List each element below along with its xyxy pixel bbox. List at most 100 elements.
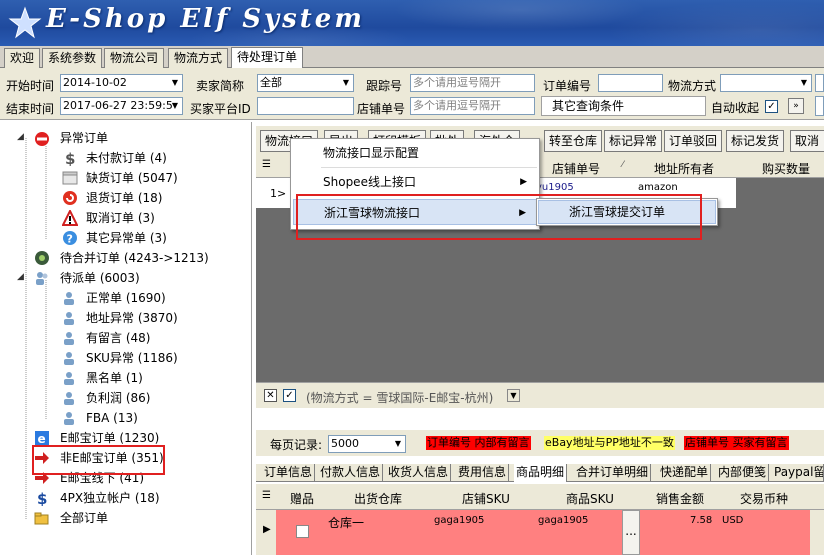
svg-text:$: $ — [37, 490, 47, 506]
menu-item-interface-config[interactable]: 物流接口显示配置 — [293, 140, 537, 166]
tracking-input[interactable]: 多个请用逗号隔开 — [410, 74, 535, 92]
tab-order-info[interactable]: 订单信息 — [262, 464, 316, 482]
mark-shipped-button[interactable]: 标记发货 — [726, 130, 785, 152]
tree-item-sku-exception[interactable]: SKU异常 (1186) — [86, 349, 178, 367]
reject-order-button[interactable]: 订单驳回 — [664, 130, 723, 152]
other-query-button[interactable]: 其它查询条件 — [541, 96, 706, 116]
per-page-select[interactable]: 5000 ▼ — [328, 435, 406, 453]
tab-shipping-method[interactable]: 物流方式 — [168, 48, 229, 68]
tree-item-4px[interactable]: 4PX独立帐户 (18) — [60, 489, 160, 507]
cancel-button[interactable]: 取消 — [790, 130, 824, 152]
tree-item-has-message[interactable]: 有留言 (48) — [86, 329, 150, 347]
per-page-value: 5000 — [331, 437, 359, 450]
legend-internal-message: 订单编号 内部有留言 — [426, 436, 531, 450]
column-store-sku[interactable]: 店铺SKU — [462, 490, 510, 507]
menu-item-label: Shopee线上接口 — [323, 175, 416, 189]
tab-receiver-info[interactable]: 收货人信息 — [386, 464, 452, 482]
scrollbar[interactable] — [810, 510, 824, 555]
tree-item-returns[interactable]: 退货订单 (18) — [86, 189, 162, 207]
start-time-select[interactable]: 2014-10-02 ▼ — [60, 74, 183, 92]
seller-select[interactable]: 全部 ▼ — [257, 74, 354, 92]
tab-merged-orders[interactable]: 合并订单明细 — [574, 464, 652, 482]
logo-star-icon — [8, 6, 42, 39]
tab-system-params[interactable]: 系统参数 — [42, 48, 103, 68]
tree-item-all-orders[interactable]: 全部订单 — [60, 509, 108, 527]
end-time-select[interactable]: 2017-06-27 23:59:5 ▼ — [60, 97, 183, 115]
shipping-method-select[interactable]: ▼ — [720, 74, 812, 92]
close-icon[interactable]: ✕ — [264, 389, 277, 402]
tree-item-fba[interactable]: FBA (13) — [86, 409, 138, 427]
chevron-down-icon[interactable]: ▼ — [168, 75, 182, 91]
collapse-chevron-icon[interactable]: » — [788, 98, 804, 114]
ellipsis-button[interactable]: ... — [622, 510, 640, 555]
cell-store-order: yu1905 — [536, 182, 574, 193]
column-warehouse[interactable]: 出货仓库 — [354, 490, 402, 507]
tree-item-address-exception[interactable]: 地址异常 (3870) — [86, 309, 178, 327]
column-address-owner[interactable]: 地址所有者 — [654, 160, 714, 177]
chevron-down-icon[interactable]: ▼ — [168, 98, 182, 114]
mark-exception-button[interactable]: 标记异常 — [604, 130, 663, 152]
menu-divider — [321, 167, 537, 168]
row-indicator: 1> — [270, 187, 287, 200]
chevron-down-icon[interactable]: ▼ — [339, 75, 353, 91]
dollar-icon: $ — [37, 490, 47, 506]
column-quantity[interactable]: 购买数量 — [762, 160, 810, 177]
gift-checkbox[interactable] — [296, 525, 309, 538]
tree-item-out-of-stock[interactable]: 缺货订单 (5047) — [86, 169, 178, 187]
auto-collapse-checkbox[interactable]: ✓ — [765, 100, 778, 113]
tree-item-to-merge[interactable]: 待合并订单 (4243->1213) — [60, 249, 209, 267]
row-selector[interactable]: ▶ — [256, 510, 276, 555]
ie-icon: e — [35, 431, 49, 446]
sort-icon[interactable]: ⁄ — [622, 160, 624, 170]
buyer-platform-id-input[interactable] — [257, 97, 354, 115]
tree-item-exception[interactable]: 异常订单 — [60, 129, 108, 147]
filter-enabled-checkbox[interactable]: ✓ — [283, 389, 296, 402]
extra-button[interactable] — [815, 96, 824, 116]
tab-payer-info[interactable]: 付款人信息 — [318, 464, 384, 482]
order-no-input[interactable] — [598, 74, 663, 92]
column-sales-amount[interactable]: 销售金额 — [656, 490, 704, 507]
cell-store-sku: gaga1905 — [434, 515, 485, 526]
user-icon — [64, 392, 74, 405]
auto-collapse-label: 自动收起 — [711, 101, 760, 115]
tab-internal-notes[interactable]: 内部便笺 — [716, 464, 770, 482]
tab-paypal-message[interactable]: Paypal留 — [772, 464, 824, 482]
move-to-warehouse-button[interactable]: 转至仓库 — [544, 130, 603, 152]
seller-label: 卖家简称 — [196, 79, 245, 93]
tab-welcome[interactable]: 欢迎 — [4, 48, 41, 68]
tree-item-cancelled[interactable]: 取消订单 (3) — [86, 209, 155, 227]
column-store-order[interactable]: 店铺单号 — [552, 160, 600, 177]
merge-icon — [35, 251, 49, 265]
grid-menu-icon[interactable]: ☰ — [262, 490, 271, 501]
tab-express-allocation[interactable]: 快递配单 — [658, 464, 712, 482]
menu-item-shopee[interactable]: Shopee线上接口 ▶ — [293, 169, 537, 195]
main-tab-bar: 欢迎 系统参数 物流公司 物流方式 待处理订单 — [0, 46, 824, 68]
end-time-value: 2017-06-27 23:59:5 — [63, 99, 173, 112]
table-row[interactable]: ▶ 仓库一 gaga1905 gaga1905 ... 7.58 USD — [256, 510, 824, 555]
expand-toggle[interactable]: ◢ — [17, 272, 24, 282]
tree-item-to-dispatch[interactable]: 待派单 (6003) — [60, 269, 140, 287]
expand-toggle[interactable]: ◢ — [17, 132, 24, 142]
annotation-box — [296, 194, 702, 240]
column-product-sku[interactable]: 商品SKU — [566, 490, 614, 507]
tree-item-negative-profit[interactable]: 负利润 (86) — [86, 389, 150, 407]
tab-fee-info[interactable]: 费用信息 — [456, 464, 510, 482]
tree-item-unpaid[interactable]: 未付款订单 (4) — [86, 149, 167, 167]
grid-menu-icon[interactable]: ☰ — [262, 159, 271, 170]
start-time-label: 开始时间 — [6, 79, 55, 93]
store-order-input[interactable]: 多个请用逗号隔开 — [410, 97, 535, 115]
chevron-down-icon[interactable]: ▼ — [391, 436, 405, 452]
column-gift[interactable]: 赠品 — [290, 490, 314, 507]
chevron-down-icon[interactable]: ▼ — [797, 75, 811, 91]
tree-item-other-exception[interactable]: 其它异常单 (3) — [86, 229, 167, 247]
app-banner: E-Shop Elf System — [0, 0, 824, 46]
page-bar: 每页记录: 5000 ▼ 订单编号 内部有留言 eBay地址与PP地址不一致 店… — [256, 430, 824, 456]
tab-pending-orders[interactable]: 待处理订单 — [231, 47, 304, 68]
chevron-down-icon[interactable]: ▼ — [507, 389, 520, 402]
extra-input[interactable] — [815, 74, 824, 92]
tab-product-details[interactable]: 商品明细 — [514, 464, 568, 482]
tree-item-normal[interactable]: 正常单 (1690) — [86, 289, 166, 307]
tree-item-blacklist[interactable]: 黑名单 (1) — [86, 369, 143, 387]
tab-logistics-company[interactable]: 物流公司 — [104, 48, 165, 68]
column-currency[interactable]: 交易币种 — [740, 490, 788, 507]
